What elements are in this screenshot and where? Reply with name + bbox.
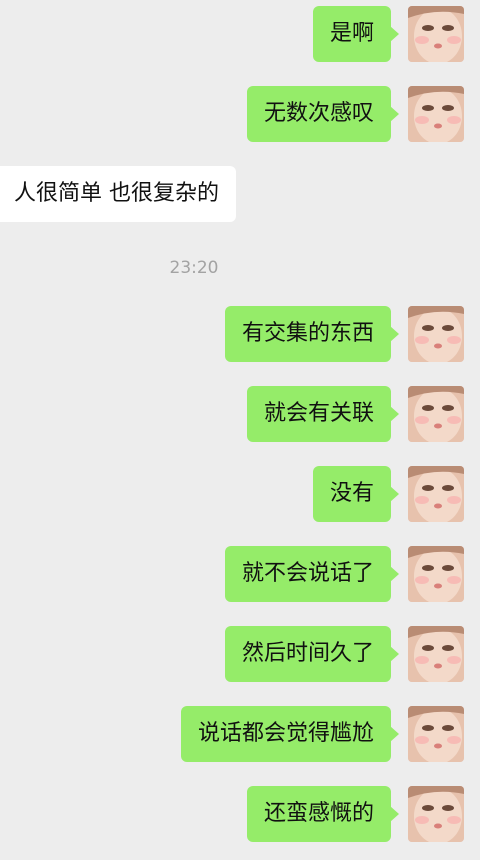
user-avatar[interactable] <box>408 306 464 362</box>
user-avatar[interactable] <box>408 466 464 522</box>
avatar-face-icon <box>408 466 464 522</box>
avatar-face-icon <box>408 386 464 442</box>
message-bubble-sent[interactable]: 然后时间久了 <box>224 626 400 682</box>
message-timestamp: 23:20 <box>169 258 219 278</box>
avatar-face-icon <box>408 706 464 762</box>
user-avatar[interactable] <box>408 706 464 762</box>
message-bubble-sent[interactable]: 无数次感叹 <box>246 86 400 142</box>
avatar-face-icon <box>408 86 464 142</box>
message-row: 人很简单 也很复杂的 <box>0 166 480 226</box>
avatar-face-icon <box>408 626 464 682</box>
avatar-face-icon <box>408 6 464 62</box>
message-bubble-sent[interactable]: 还蛮感慨的 <box>246 786 400 842</box>
message-bubble-sent[interactable]: 是啊 <box>312 6 400 62</box>
avatar-face-icon <box>408 306 464 362</box>
message-bubble-sent[interactable]: 有交集的东西 <box>224 306 400 362</box>
user-avatar[interactable] <box>408 6 464 62</box>
chat-message-list[interactable]: 是啊 无数次感叹 人很简单 也很复杂的 23:20 有交集的东西 就会有关联 没… <box>0 0 480 860</box>
user-avatar[interactable] <box>408 626 464 682</box>
message-bubble-sent[interactable]: 就会有关联 <box>246 386 400 442</box>
message-row: 还蛮感慨的 <box>0 786 480 846</box>
message-bubble-sent[interactable]: 就不会说话了 <box>224 546 400 602</box>
avatar-face-icon <box>408 786 464 842</box>
message-row: 无数次感叹 <box>0 86 480 146</box>
user-avatar[interactable] <box>408 786 464 842</box>
avatar-face-icon <box>408 546 464 602</box>
message-bubble-received[interactable]: 人很简单 也很复杂的 <box>0 166 236 222</box>
message-row: 就会有关联 <box>0 386 480 446</box>
message-bubble-sent[interactable]: 说话都会觉得尴尬 <box>180 706 400 762</box>
message-bubble-sent[interactable]: 没有 <box>312 466 400 522</box>
user-avatar[interactable] <box>408 386 464 442</box>
user-avatar[interactable] <box>408 546 464 602</box>
message-row: 然后时间久了 <box>0 626 480 686</box>
message-row: 说话都会觉得尴尬 <box>0 706 480 766</box>
message-row: 没有 <box>0 466 480 526</box>
message-row: 是啊 <box>0 6 480 66</box>
message-row: 有交集的东西 <box>0 306 480 366</box>
message-row: 就不会说话了 <box>0 546 480 606</box>
user-avatar[interactable] <box>408 86 464 142</box>
